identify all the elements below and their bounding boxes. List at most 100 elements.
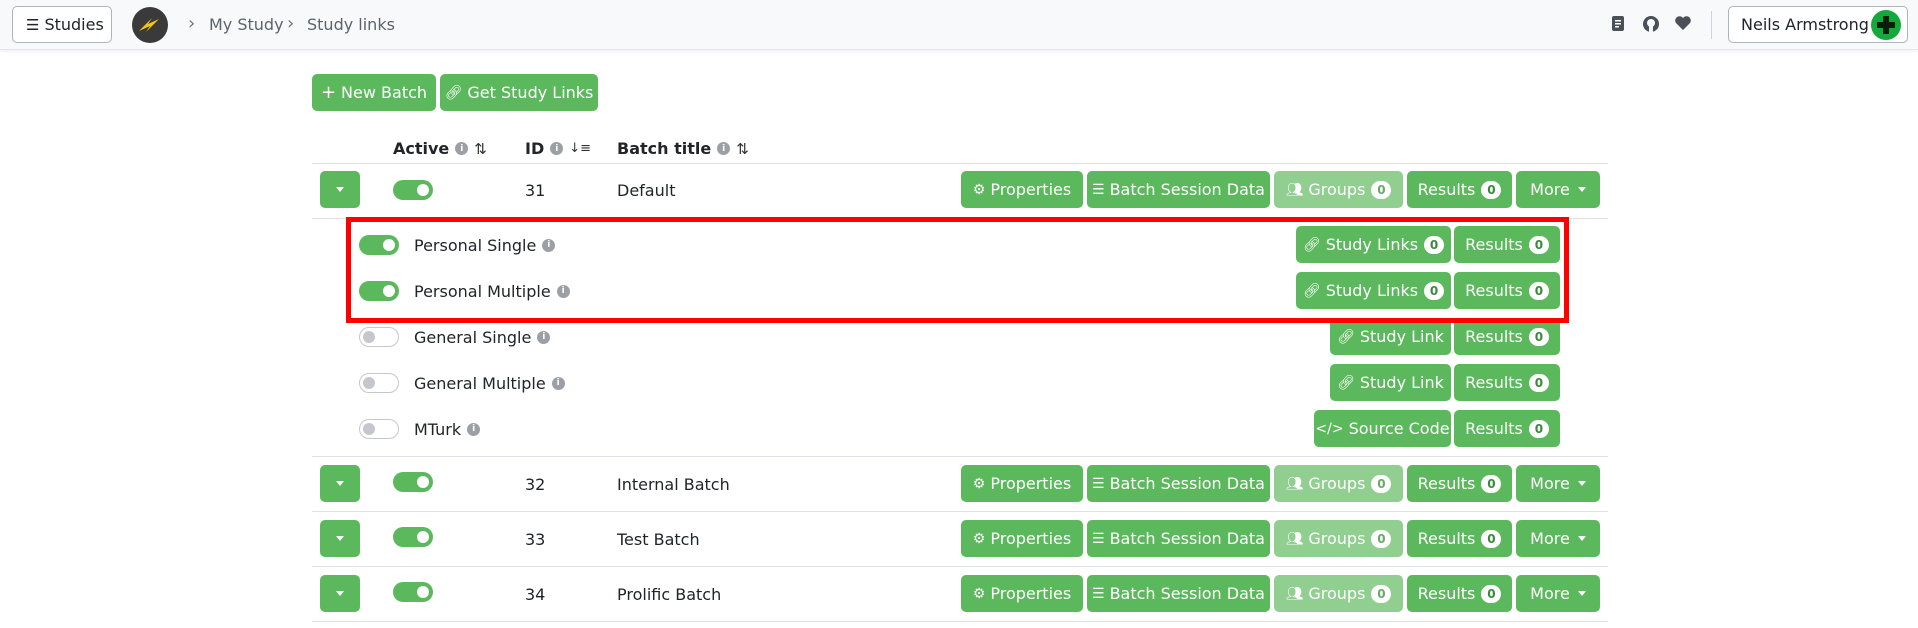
results-label: Results	[1417, 474, 1476, 493]
worker-type-name: MTurk i	[414, 419, 481, 439]
batch-active-toggle[interactable]	[393, 527, 433, 547]
batch-session-data-button[interactable]: ☰ Batch Session Data	[1087, 520, 1270, 557]
study-link-button[interactable]: 🔗︎ Study Link	[1330, 318, 1451, 355]
batch-active-toggle[interactable]	[393, 180, 433, 200]
batch-session-data-button[interactable]: ☰ Batch Session Data	[1087, 575, 1270, 612]
expand-batch-button[interactable]	[320, 575, 360, 612]
list-icon: ☰	[1092, 530, 1105, 547]
caret-down-icon	[336, 187, 344, 192]
new-batch-button[interactable]: + New Batch	[312, 74, 436, 111]
caret-down-icon	[1577, 187, 1586, 192]
properties-button[interactable]: ⚙ Properties	[961, 465, 1083, 502]
batch-title: Prolific Batch	[617, 584, 722, 604]
more-dropdown-button[interactable]: More	[1516, 465, 1600, 502]
highlight-box	[346, 217, 1569, 323]
info-icon[interactable]: i	[551, 376, 565, 390]
expand-batch-button[interactable]	[320, 520, 360, 557]
sort-ascending-icon[interactable]: ↓≡	[569, 141, 591, 156]
results-label: Results	[1465, 419, 1523, 438]
study-link-label: Study Link	[1359, 327, 1444, 346]
user-name: Neils Armstrong	[1741, 15, 1869, 34]
worker-type-toggle[interactable]	[359, 373, 399, 393]
table-divider	[312, 511, 1608, 512]
properties-button[interactable]: ⚙ Properties	[961, 520, 1083, 557]
more-dropdown-button[interactable]: More	[1516, 520, 1600, 557]
caret-down-icon	[336, 591, 344, 596]
properties-button[interactable]: ⚙ Properties	[961, 575, 1083, 612]
more-dropdown-button[interactable]: More	[1516, 575, 1600, 612]
results-button[interactable]: Results 0	[1407, 575, 1512, 612]
results-count-badge: 0	[1528, 373, 1549, 392]
groups-button[interactable]: 👥︎ Groups 0	[1274, 465, 1403, 502]
groups-button[interactable]: 👥︎ Groups 0	[1274, 171, 1403, 208]
breadcrumb-separator-icon: ›	[287, 13, 295, 34]
results-button[interactable]: Results 0	[1407, 465, 1512, 502]
header-active[interactable]: Active i ⇅	[393, 139, 487, 158]
sort-icon[interactable]: ⇅	[736, 140, 749, 158]
documentation-icon[interactable]	[1611, 15, 1625, 36]
batch-session-data-button[interactable]: ☰ Batch Session Data	[1087, 465, 1270, 502]
source-code-button[interactable]: </> Source Code	[1314, 410, 1451, 447]
info-icon[interactable]: i	[537, 330, 551, 344]
batch-active-toggle[interactable]	[393, 472, 433, 492]
results-label: Results	[1465, 327, 1523, 346]
properties-button[interactable]: ⚙ Properties	[961, 171, 1083, 208]
worker-type-toggle[interactable]	[359, 419, 399, 439]
more-dropdown-button[interactable]: More	[1516, 171, 1600, 208]
info-icon[interactable]: i	[467, 422, 481, 436]
list-icon: ☰	[1092, 181, 1105, 198]
new-batch-label: New Batch	[341, 83, 428, 102]
properties-label: Properties	[990, 474, 1072, 493]
jatos-logo[interactable]	[132, 7, 168, 43]
results-button[interactable]: Results 0	[1407, 171, 1512, 208]
results-label: Results	[1417, 584, 1476, 603]
source-code-label: Source Code	[1348, 419, 1450, 438]
batch-title: Default	[617, 180, 676, 200]
user-menu-button[interactable]: Neils Armstrong	[1728, 6, 1908, 43]
table-divider	[312, 566, 1608, 567]
more-label: More	[1530, 584, 1570, 603]
batch-session-data-label: Batch Session Data	[1109, 474, 1265, 493]
breadcrumb-my-study[interactable]: My Study	[209, 15, 284, 34]
sort-icon[interactable]: ⇅	[474, 140, 487, 158]
more-label: More	[1530, 180, 1570, 199]
get-study-links-button[interactable]: 🔗︎ Get Study Links	[440, 74, 598, 111]
info-icon[interactable]: i	[550, 142, 564, 155]
study-link-button[interactable]: 🔗︎ Study Link	[1330, 364, 1451, 401]
expand-batch-button[interactable]	[320, 465, 360, 502]
github-icon[interactable]	[1642, 15, 1660, 37]
header-active-label: Active	[393, 139, 450, 158]
link-icon: 🔗︎	[1337, 328, 1355, 345]
batch-title: Test Batch	[617, 529, 700, 549]
results-button[interactable]: Results 0	[1454, 318, 1560, 355]
batch-active-toggle[interactable]	[393, 582, 433, 602]
results-button[interactable]: Results 0	[1454, 410, 1560, 447]
worker-type-toggle[interactable]	[359, 327, 399, 347]
batch-session-data-button[interactable]: ☰ Batch Session Data	[1087, 171, 1270, 208]
list-icon: ☰	[1092, 475, 1105, 492]
results-button[interactable]: Results 0	[1454, 364, 1560, 401]
header-id[interactable]: ID i ↓≡	[525, 139, 591, 158]
expand-batch-button[interactable]	[320, 171, 360, 208]
worker-type-name: General Single i	[414, 327, 551, 347]
properties-label: Properties	[990, 180, 1072, 199]
table-divider	[312, 163, 1608, 164]
caret-down-icon	[336, 536, 344, 541]
batch-session-data-label: Batch Session Data	[1109, 584, 1265, 603]
results-count-badge: 0	[1481, 529, 1502, 548]
groups-button[interactable]: 👥︎ Groups 0	[1274, 575, 1403, 612]
batch-session-data-label: Batch Session Data	[1109, 529, 1265, 548]
caret-down-icon	[1577, 591, 1586, 596]
groups-label: Groups	[1308, 180, 1366, 199]
info-icon[interactable]: i	[717, 142, 731, 155]
groups-button[interactable]: 👥︎ Groups 0	[1274, 520, 1403, 557]
study-link-label: Study Link	[1359, 373, 1444, 392]
heart-icon[interactable]	[1674, 15, 1692, 35]
code-icon: </>	[1315, 420, 1344, 437]
header-batch-title[interactable]: Batch title i ⇅	[617, 139, 749, 158]
more-label: More	[1530, 474, 1570, 493]
table-divider	[312, 456, 1608, 457]
studies-button[interactable]: ☰ Studies	[12, 6, 112, 43]
results-button[interactable]: Results 0	[1407, 520, 1512, 557]
info-icon[interactable]: i	[455, 142, 469, 155]
